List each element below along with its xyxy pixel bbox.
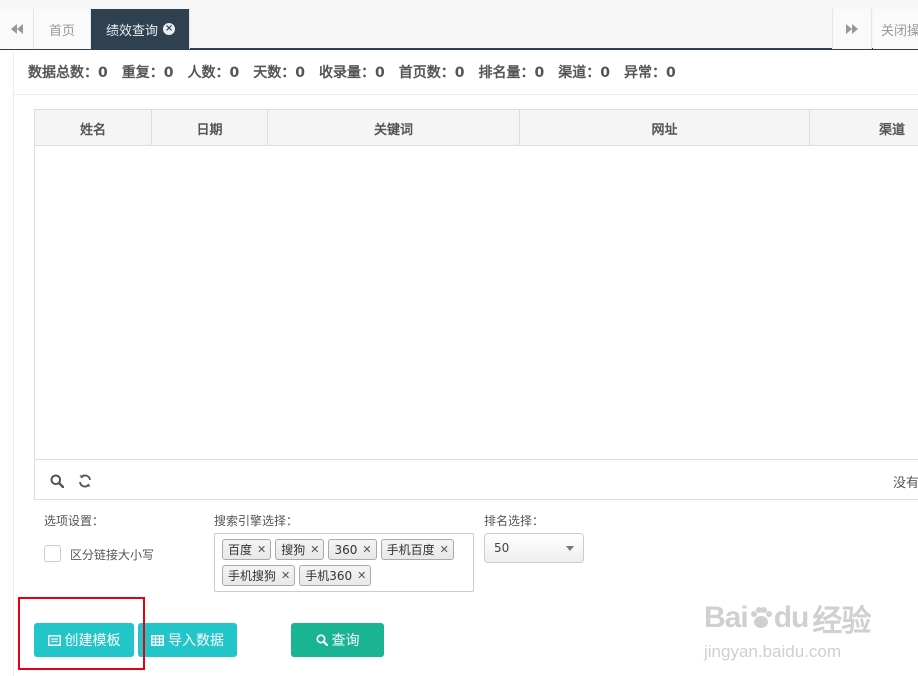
- engine-chip: 手机360 ✕: [299, 565, 372, 586]
- search-icon: [315, 634, 328, 646]
- column-header-name[interactable]: 姓名: [35, 110, 152, 146]
- stat-total: 数据总数：0: [28, 62, 108, 81]
- rank-select[interactable]: 50: [484, 533, 584, 563]
- results-table: 姓名 日期 关键词 网址 渠道 没有: [34, 109, 918, 500]
- annotation-highlight-box: [18, 597, 145, 670]
- case-sensitive-label: 区分链接大小写: [70, 548, 155, 562]
- stat-label: 首页数：: [398, 65, 455, 81]
- watermark-logo: Bai du 经验: [704, 596, 874, 640]
- watermark-url: jingyan.baidu.com: [704, 642, 842, 661]
- stats-divider: [14, 94, 918, 95]
- left-divider: [13, 52, 14, 676]
- stat-label: 收录量：: [319, 65, 375, 81]
- query-button[interactable]: 查询: [291, 623, 384, 657]
- stat-value: 0: [666, 65, 676, 81]
- tab-home[interactable]: 首页: [34, 9, 92, 49]
- table-header: 姓名 日期 关键词 网址 渠道: [35, 110, 918, 146]
- tab-close-icon[interactable]: ×: [163, 23, 176, 35]
- engine-select-label: 搜索引擎选择：: [214, 514, 299, 528]
- engine-chip: 搜狗 ✕: [275, 539, 325, 560]
- stat-duplicate: 重复：0: [121, 62, 174, 81]
- remove-icon[interactable]: ✕: [281, 569, 290, 582]
- query-label: 查询: [331, 633, 360, 649]
- watermark-brand-suffix: du: [773, 601, 810, 634]
- stat-channel: 渠道：0: [558, 62, 610, 81]
- case-sensitive-checkbox[interactable]: [44, 545, 61, 562]
- import-data-button[interactable]: 导入数据: [138, 623, 237, 657]
- stat-value: 0: [534, 65, 545, 81]
- stats-summary: 数据总数：0 重复：0 人数：0 天数：0 收录量：0 首页数：0 排名量：0 …: [28, 62, 690, 81]
- table-body: [35, 146, 918, 460]
- engine-chip-label: 手机百度: [386, 543, 435, 557]
- stat-value: 0: [163, 65, 174, 81]
- stat-label: 排名量：: [478, 65, 535, 81]
- stat-value: 0: [295, 65, 305, 81]
- stat-label: 人数：: [187, 65, 230, 81]
- tab-performance-query-label: 绩效查询: [106, 23, 159, 39]
- tab-scroll-right-button[interactable]: [832, 9, 872, 49]
- column-header-url[interactable]: 网址: [520, 110, 810, 146]
- engine-chip-label: 百度: [228, 543, 253, 557]
- watermark-cn: 经验: [812, 605, 871, 638]
- remove-icon[interactable]: ✕: [257, 543, 266, 556]
- table-icon: [151, 634, 164, 646]
- tab-bar: 首页 绩效查询 × 关闭操作: [0, 0, 918, 50]
- stat-label: 异常：: [624, 65, 666, 81]
- engine-chip: 360 ✕: [328, 539, 377, 560]
- no-data-text: 没有: [892, 476, 918, 491]
- column-header-channel[interactable]: 渠道: [810, 110, 918, 146]
- rank-select-value: 50: [494, 541, 510, 555]
- engine-chip-label: 手机搜狗: [228, 569, 277, 583]
- engine-chip: 百度 ✕: [222, 539, 272, 560]
- engine-chip: 手机搜狗 ✕: [222, 565, 296, 586]
- watermark-brand: Bai: [704, 601, 749, 634]
- table-toolbar: 没有: [35, 462, 918, 500]
- engine-chip-label: 搜狗: [281, 543, 306, 557]
- search-icon[interactable]: [48, 472, 66, 490]
- close-operations-menu[interactable]: 关闭操作: [873, 9, 918, 49]
- column-header-date[interactable]: 日期: [152, 110, 268, 146]
- paw-icon: [750, 607, 772, 628]
- stat-days: 天数：0: [253, 62, 305, 81]
- remove-icon[interactable]: ✕: [362, 543, 371, 556]
- stat-ranking: 排名量：0: [478, 62, 545, 81]
- options-label: 选项设置：: [44, 514, 105, 528]
- tab-list: 首页 绩效查询 ×: [34, 9, 191, 49]
- close-operations-label: 关闭操作: [881, 23, 918, 39]
- stat-label: 重复：: [121, 65, 164, 81]
- rank-select-label: 排名选择：: [484, 514, 545, 528]
- double-chevron-left-icon: [10, 24, 23, 34]
- stat-abnormal: 异常：0: [624, 62, 676, 81]
- baidu-jingyan-watermark: Bai du 经验 jingyan.baidu.com: [704, 596, 874, 661]
- caret-down-icon: [566, 546, 574, 551]
- stat-value: 0: [454, 65, 465, 81]
- stat-first-page: 首页数：0: [398, 62, 465, 81]
- column-header-keyword[interactable]: 关键词: [268, 110, 520, 146]
- tab-scroll-left-button[interactable]: [0, 9, 34, 49]
- stat-indexed: 收录量：0: [319, 62, 385, 81]
- remove-icon[interactable]: ✕: [357, 569, 366, 582]
- stat-people: 人数：0: [187, 62, 240, 81]
- double-chevron-right-icon: [846, 24, 858, 34]
- stat-label: 天数：: [253, 65, 296, 81]
- engine-multiselect[interactable]: 百度 ✕ 搜狗 ✕ 360 ✕ 手机百度 ✕ 手机搜狗 ✕ 手机360 ✕: [214, 533, 474, 592]
- engine-chip: 手机百度 ✕: [380, 539, 454, 560]
- stat-label: 数据总数：: [28, 65, 98, 81]
- engine-chip-label: 360: [334, 542, 358, 557]
- engine-chip-label: 手机360: [305, 569, 353, 583]
- tab-performance-query[interactable]: 绩效查询 ×: [91, 9, 191, 49]
- stat-label: 渠道：: [558, 65, 601, 81]
- stat-value: 0: [98, 65, 108, 81]
- import-data-label: 导入数据: [168, 633, 224, 649]
- remove-icon[interactable]: ✕: [310, 543, 319, 556]
- stat-value: 0: [229, 65, 240, 81]
- tab-home-label: 首页: [49, 23, 76, 39]
- stat-value: 0: [375, 65, 385, 81]
- stat-value: 0: [600, 65, 610, 81]
- refresh-icon[interactable]: [76, 472, 94, 490]
- remove-icon[interactable]: ✕: [440, 543, 449, 556]
